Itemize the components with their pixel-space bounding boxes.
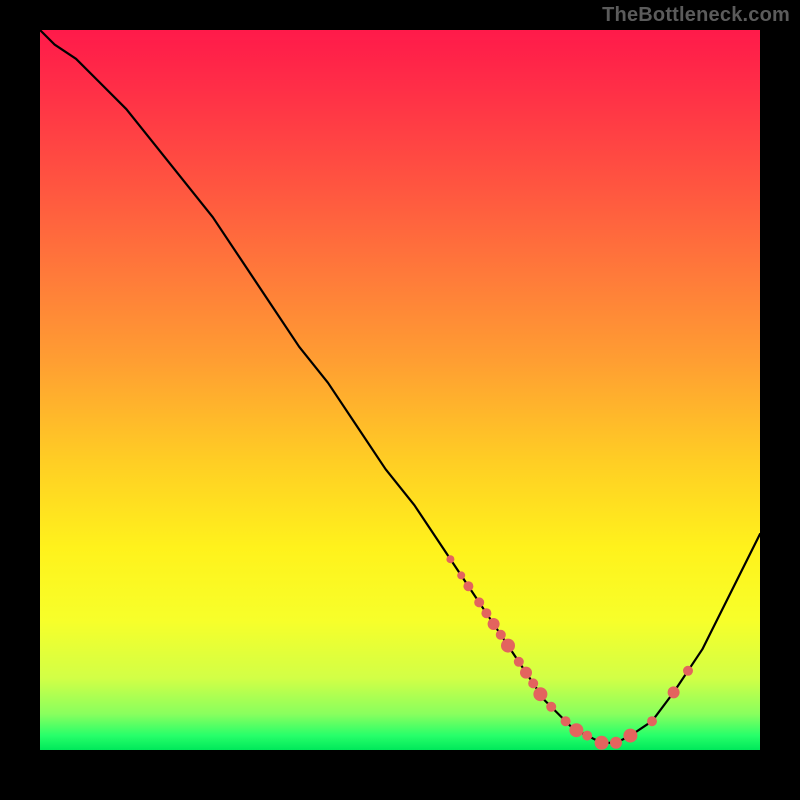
curve-point <box>582 731 592 741</box>
curve-point <box>569 723 583 737</box>
curve-point <box>446 555 454 563</box>
chart-root: TheBottleneck.com <box>0 0 800 800</box>
curve-point <box>496 630 506 640</box>
curve-point <box>528 678 538 688</box>
curve-point <box>520 667 532 679</box>
curve-point <box>481 608 491 618</box>
curve-point <box>488 618 500 630</box>
curve-svg <box>40 30 760 750</box>
curve-point <box>463 581 473 591</box>
bottleneck-curve <box>40 30 760 743</box>
curve-points <box>446 555 693 750</box>
watermark-text: TheBottleneck.com <box>602 4 790 27</box>
curve-point <box>623 729 637 743</box>
curve-point <box>474 597 484 607</box>
curve-point <box>501 639 515 653</box>
curve-point <box>595 736 609 750</box>
curve-point <box>668 686 680 698</box>
curve-point <box>457 571 465 579</box>
curve-point <box>683 666 693 676</box>
curve-point <box>533 687 547 701</box>
curve-point <box>561 716 571 726</box>
plot-area <box>40 30 760 750</box>
curve-point <box>546 702 556 712</box>
curve-point <box>647 716 657 726</box>
curve-point <box>514 657 524 667</box>
curve-point <box>610 737 622 749</box>
